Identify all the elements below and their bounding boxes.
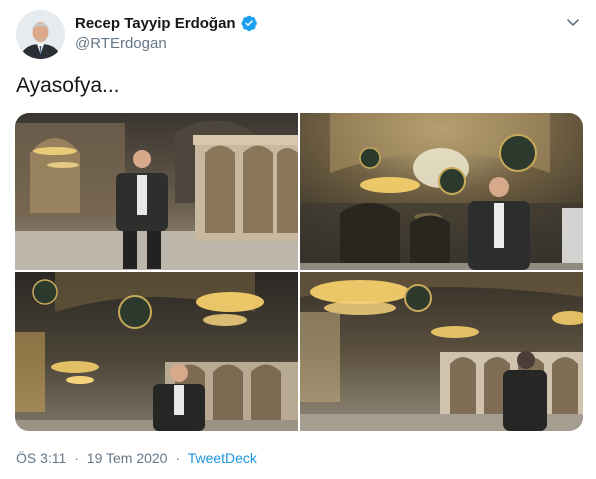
author-handle[interactable]: @RTErdogan [75, 35, 258, 52]
photo-1[interactable] [15, 113, 298, 270]
tweet-source-link[interactable]: TweetDeck [188, 450, 257, 466]
author-display-name[interactable]: Recep Tayyip Erdoğan [75, 15, 236, 32]
meta-separator: · [74, 450, 79, 466]
tweet-text: Ayasofya... [16, 74, 120, 97]
author-info: Recep Tayyip Erdoğan @RTErdogan [75, 13, 258, 52]
tweet-metadata: ÖS 3:11 · 19 Tem 2020 · TweetDeck [16, 450, 257, 466]
meta-separator: · [175, 450, 181, 466]
photo-2[interactable] [300, 113, 583, 270]
photo-3[interactable] [15, 272, 298, 431]
avatar[interactable] [16, 10, 65, 59]
author-name-row: Recep Tayyip Erdoğan [75, 13, 258, 33]
verified-badge-icon [240, 14, 258, 32]
tweet-card: Recep Tayyip Erdoğan @RTErdogan Ayasofya… [0, 0, 596, 479]
media-grid [15, 113, 583, 431]
tweet-date[interactable]: 19 Tem 2020 [87, 450, 168, 466]
photo-4[interactable] [300, 272, 583, 431]
chevron-down-icon[interactable] [565, 14, 581, 30]
tweet-time[interactable]: ÖS 3:11 [16, 450, 66, 466]
